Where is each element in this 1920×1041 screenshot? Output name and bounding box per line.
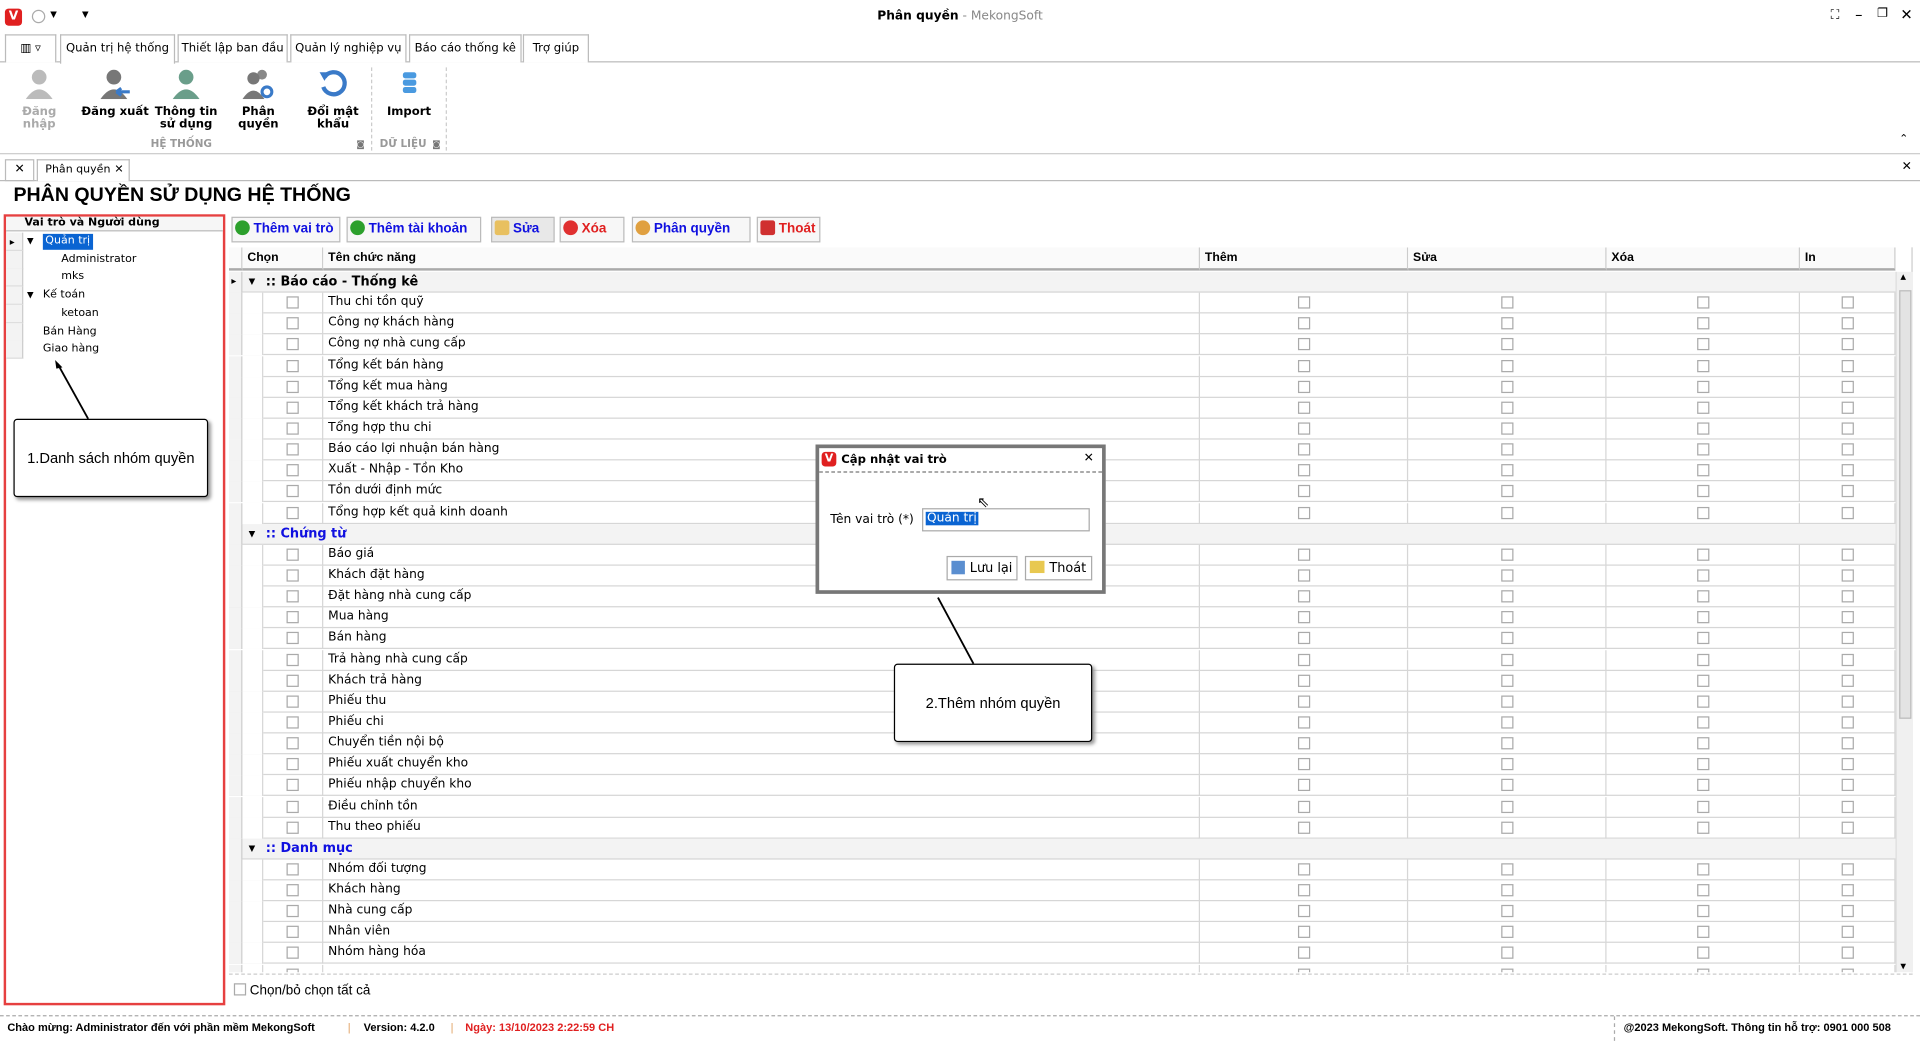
update-role-dialog: V Cập nhật vai trò ✕ ⇖ Tên vai trò (*) Q… — [815, 444, 1106, 594]
dialog-close-icon[interactable]: ✕ — [1084, 452, 1094, 465]
folder-exit-icon — [1029, 560, 1045, 574]
role-name-input[interactable]: Quản trị — [922, 508, 1090, 532]
callout-role-list: 1.Danh sách nhóm quyền — [13, 418, 209, 498]
dialog-title: Cập nhật vai trò — [841, 453, 947, 467]
dialog-titlebar: V Cập nhật vai trò ✕ — [819, 448, 1103, 473]
callout-add-role: 2.Thêm nhóm quyền — [893, 663, 1093, 743]
app-logo-icon: V — [821, 451, 837, 467]
role-name-label: Tên vai trò (*) — [830, 513, 914, 527]
dialog-exit-button[interactable]: Thoát — [1024, 555, 1093, 581]
save-button[interactable]: Lưu lại — [946, 555, 1018, 581]
floppy-icon — [951, 560, 965, 575]
